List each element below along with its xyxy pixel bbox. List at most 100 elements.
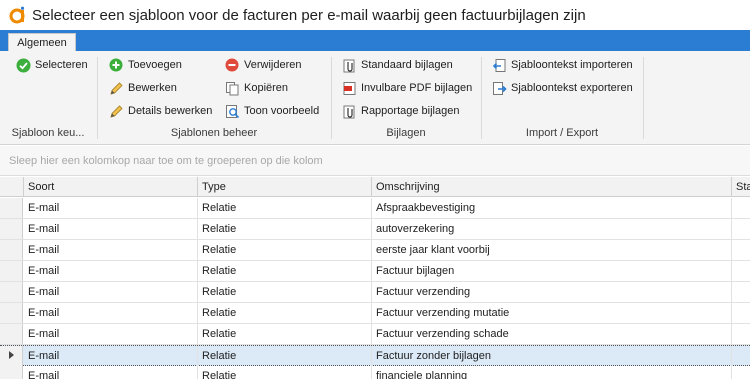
- toevoegen-label: Toevoegen: [128, 59, 182, 71]
- selecteren-button[interactable]: Selecteren: [15, 55, 88, 75]
- cell-omschrijving: autoverzekering: [372, 219, 732, 239]
- export-icon: [491, 80, 507, 96]
- cell-omschrijving: Factuur verzending mutatie: [372, 303, 732, 323]
- table-row[interactable]: E-mail Relatie Factuur verzending: [0, 282, 750, 303]
- cell-omschrijving: Factuur bijlagen: [372, 261, 732, 281]
- attachment-icon: [341, 57, 357, 73]
- table-row[interactable]: E-mail Relatie Factuur zonder bijlagen: [0, 345, 750, 366]
- cell-status: [732, 303, 750, 323]
- bewerken-button[interactable]: Bewerken: [108, 78, 177, 98]
- cell-soort: E-mail: [24, 366, 198, 379]
- group-by-panel[interactable]: Sleep hier een kolomkop naar toe om te g…: [0, 146, 750, 176]
- verwijderen-button[interactable]: Verwijderen: [224, 55, 301, 75]
- cell-type: Relatie: [198, 198, 372, 218]
- app-logo-icon: [6, 4, 28, 26]
- invulbare-pdf-bijlagen-label: Invulbare PDF bijlagen: [361, 82, 473, 94]
- standaard-bijlagen-button[interactable]: Standaard bijlagen: [341, 55, 453, 75]
- cell-soort: E-mail: [24, 261, 198, 281]
- cell-type: Relatie: [198, 240, 372, 260]
- cell-soort: E-mail: [24, 282, 198, 302]
- cell-type: Relatie: [198, 324, 372, 344]
- rapportage-bijlagen-label: Rapportage bijlagen: [361, 105, 460, 117]
- column-header-type[interactable]: Type: [198, 177, 372, 197]
- table-row[interactable]: E-mail Relatie financiele planning: [0, 366, 750, 379]
- cell-soort: E-mail: [24, 219, 198, 239]
- cell-soort: E-mail: [24, 303, 198, 323]
- cell-type: Relatie: [198, 303, 372, 323]
- group-by-hint: Sleep hier een kolomkop naar toe om te g…: [9, 155, 323, 167]
- pdf-icon: [341, 80, 357, 96]
- group-import-export: Sjabloontekst importeren Sjabloontekst e…: [482, 51, 642, 145]
- table-row[interactable]: E-mail Relatie eerste jaar klant voorbij: [0, 240, 750, 261]
- rapportage-bijlagen-button[interactable]: Rapportage bijlagen: [341, 101, 459, 121]
- cell-type: Relatie: [198, 346, 372, 366]
- cell-type: Relatie: [198, 366, 372, 379]
- cell-omschrijving: Factuur verzending: [372, 282, 732, 302]
- group-label-sjablonen-beheer: Sjablonen beheer: [170, 127, 258, 139]
- cell-soort: E-mail: [24, 324, 198, 344]
- cell-soort: E-mail: [24, 198, 198, 218]
- row-indicator[interactable]: [0, 282, 23, 302]
- row-indicator[interactable]: [0, 324, 23, 344]
- grid-header: Soort Type Omschrijving Sta: [0, 177, 750, 197]
- group-label-bijlagen: Bijlagen: [386, 127, 426, 139]
- table-row[interactable]: E-mail Relatie Factuur verzending schade: [0, 324, 750, 345]
- group-label-import-export: Import / Export: [525, 127, 599, 139]
- ribbon: Selecteren Sjabloon keu... Toevoegen Bew…: [0, 51, 750, 145]
- row-indicator[interactable]: [0, 219, 23, 239]
- row-indicator[interactable]: [0, 346, 23, 366]
- selecteren-label: Selecteren: [35, 59, 88, 71]
- standaard-bijlagen-label: Standaard bijlagen: [361, 59, 453, 71]
- kopieren-label: Kopiëren: [244, 82, 289, 94]
- row-indicator-header: [0, 177, 24, 197]
- row-indicator[interactable]: [0, 198, 23, 218]
- details-bewerken-button[interactable]: Details bewerken: [108, 101, 212, 121]
- group-sjablonen-beheer: Toevoegen Bewerken Details bewerken Verw…: [98, 51, 330, 145]
- cell-omschrijving: Factuur zonder bijlagen: [372, 346, 732, 366]
- pencil-details-icon: [108, 103, 124, 119]
- table-row[interactable]: E-mail Relatie autoverzekering: [0, 219, 750, 240]
- table-row[interactable]: E-mail Relatie Factuur verzending mutatie: [0, 303, 750, 324]
- details-bewerken-label: Details bewerken: [128, 105, 213, 117]
- sjabloontekst-importeren-button[interactable]: Sjabloontekst importeren: [491, 55, 633, 75]
- cell-type: Relatie: [198, 282, 372, 302]
- template-grid: Soort Type Omschrijving Sta E-mail Relati…: [0, 177, 750, 379]
- row-indicator[interactable]: [0, 303, 23, 323]
- cell-status: [732, 198, 750, 218]
- pencil-icon: [108, 80, 124, 96]
- row-indicator[interactable]: [0, 366, 23, 379]
- column-header-soort[interactable]: Soort: [24, 177, 198, 197]
- cell-omschrijving: eerste jaar klant voorbij: [372, 240, 732, 260]
- window-title: Selecteer een sjabloon voor de facturen …: [32, 6, 586, 24]
- group-sjabloon-kiezen: Selecteren Sjabloon keu...: [0, 51, 96, 145]
- cell-soort: E-mail: [24, 346, 198, 366]
- table-row[interactable]: E-mail Relatie Afspraakbevestiging: [0, 198, 750, 219]
- cell-status: [732, 324, 750, 344]
- cell-type: Relatie: [198, 219, 372, 239]
- check-icon: [15, 57, 31, 73]
- row-indicator[interactable]: [0, 240, 23, 260]
- row-indicator[interactable]: [0, 261, 23, 281]
- column-header-status[interactable]: Sta: [732, 177, 750, 197]
- sjabloontekst-importeren-label: Sjabloontekst importeren: [511, 59, 633, 71]
- cell-status: [732, 261, 750, 281]
- cell-omschrijving: Afspraakbevestiging: [372, 198, 732, 218]
- cell-status: [732, 346, 750, 366]
- group-divider: [643, 57, 644, 139]
- invulbare-pdf-bijlagen-button[interactable]: Invulbare PDF bijlagen: [341, 78, 472, 98]
- toon-voorbeeld-button[interactable]: Toon voorbeeld: [224, 101, 319, 121]
- group-label-sjabloon-kiezen: Sjabloon keu...: [11, 127, 85, 139]
- group-bijlagen: Standaard bijlagen Invulbare PDF bijlage…: [332, 51, 480, 145]
- current-row-arrow-icon: [8, 350, 14, 362]
- verwijderen-label: Verwijderen: [244, 59, 302, 71]
- table-row[interactable]: E-mail Relatie Factuur bijlagen: [0, 261, 750, 282]
- sjabloontekst-exporteren-label: Sjabloontekst exporteren: [511, 82, 633, 94]
- cell-omschrijving: financiele planning: [372, 366, 732, 379]
- toevoegen-button[interactable]: Toevoegen: [108, 55, 182, 75]
- cell-status: [732, 282, 750, 302]
- sjabloontekst-exporteren-button[interactable]: Sjabloontekst exporteren: [491, 78, 633, 98]
- cell-omschrijving: Factuur verzending schade: [372, 324, 732, 344]
- kopieren-button[interactable]: Kopiëren: [224, 78, 288, 98]
- tab-algemeen[interactable]: Algemeen: [8, 33, 76, 51]
- column-header-omschrijving[interactable]: Omschrijving: [372, 177, 732, 197]
